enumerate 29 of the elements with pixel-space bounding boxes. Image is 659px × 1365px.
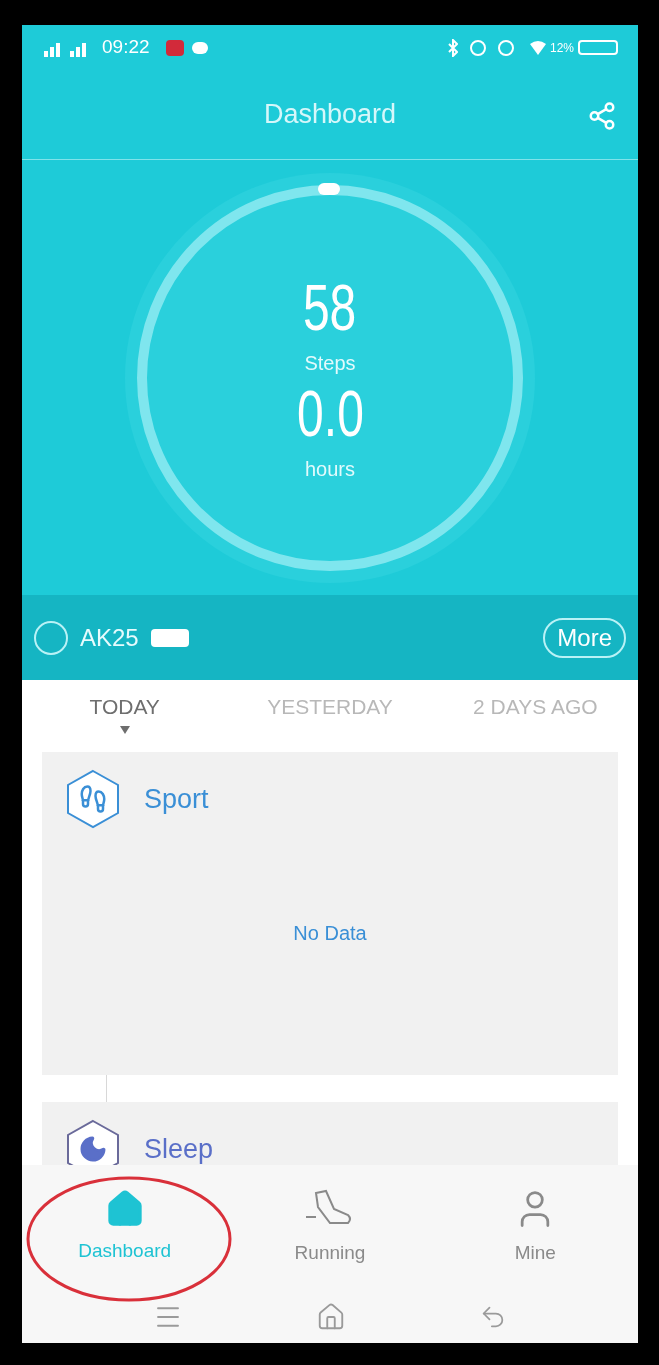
vibrate-icon (497, 39, 514, 56)
battery-percent: 12% (549, 39, 574, 57)
page-title: Dashboard (263, 98, 397, 132)
no-data-message: No Data (293, 921, 367, 946)
wifi-icon (529, 40, 546, 55)
hours-value: 0.0 (296, 377, 364, 450)
alarm-icon (469, 39, 486, 56)
card-title: Sleep (144, 1132, 214, 1165)
day-tab[interactable]: 2 DAYS AGO (432, 680, 638, 745)
battery-icon (578, 40, 618, 55)
steps-value: 58 (303, 271, 357, 344)
hours-label: hours (305, 456, 355, 482)
bluetooth-icon (447, 38, 458, 57)
notification-icon (165, 39, 184, 56)
day-tab[interactable]: YESTERDAY (227, 680, 433, 745)
card-title: Sport (144, 782, 209, 816)
status-time: 09:22 (102, 35, 150, 60)
home-button-icon[interactable] (316, 1301, 346, 1332)
device-battery-icon (150, 628, 189, 647)
watch-icon (34, 620, 68, 655)
nav-tab[interactable]: Running (227, 1165, 433, 1290)
device-name: AK25 (80, 622, 139, 653)
selected-indicator-icon (119, 726, 130, 735)
day-tab[interactable]: TODAY (22, 680, 228, 745)
chat-icon (191, 41, 208, 54)
more-button[interactable]: More (543, 617, 626, 658)
steps-label: Steps (304, 350, 356, 376)
nav-tab[interactable]: Dashboard (22, 1165, 228, 1290)
nav-tab[interactable]: Mine (432, 1165, 638, 1290)
